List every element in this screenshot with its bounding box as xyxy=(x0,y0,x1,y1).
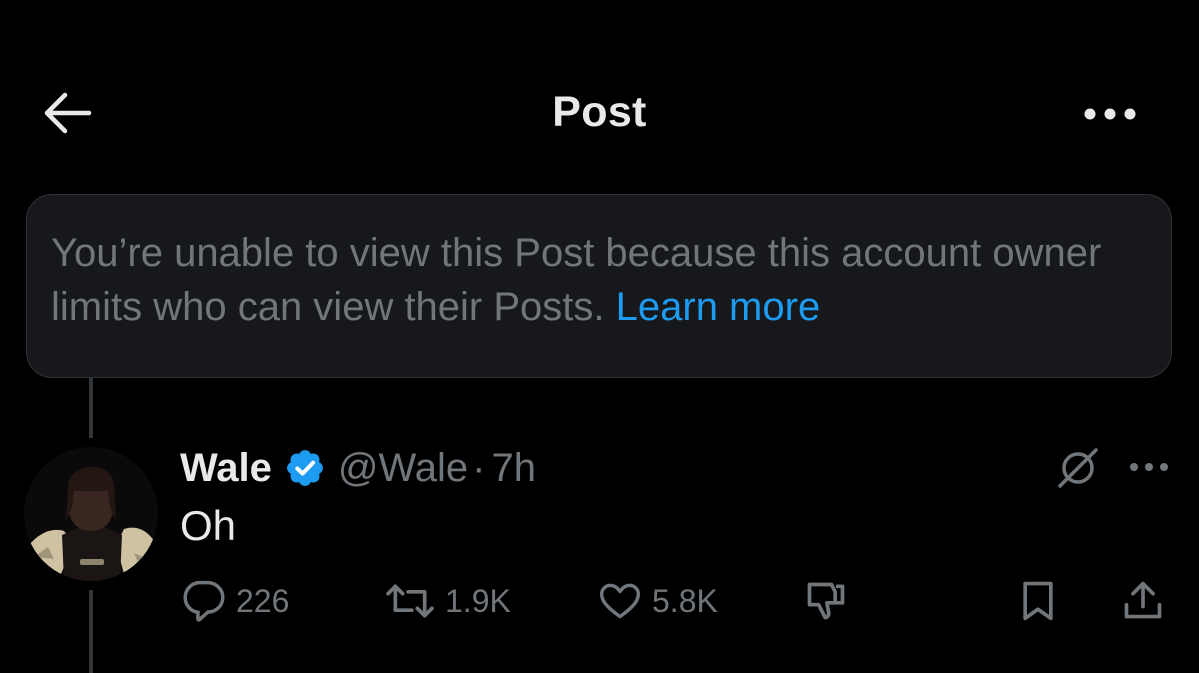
repost-icon xyxy=(386,584,434,618)
grok-icon xyxy=(1058,448,1098,488)
page-title: Post xyxy=(552,88,647,136)
top-bar: Post xyxy=(0,0,1199,200)
thread-line-top xyxy=(89,378,93,438)
grok-button[interactable] xyxy=(1053,443,1103,493)
learn-more-link[interactable]: Learn more xyxy=(616,285,821,329)
more-horizontal-icon xyxy=(1130,463,1168,471)
thread-line-bottom xyxy=(89,590,93,673)
reply-icon xyxy=(183,580,225,622)
heart-icon xyxy=(599,583,641,619)
notice-text: You’re unable to view this Post because … xyxy=(51,231,1102,329)
post-text: Oh xyxy=(180,502,237,549)
post-time[interactable]: 7h xyxy=(491,446,536,491)
like-count: 5.8K xyxy=(652,582,718,619)
avatar[interactable] xyxy=(24,447,158,581)
more-options-button[interactable] xyxy=(1078,92,1142,136)
repost-count: 1.9K xyxy=(445,582,511,619)
unavailable-post-notice: You’re unable to view this Post because … xyxy=(26,194,1172,378)
bookmark-button[interactable] xyxy=(1016,578,1060,624)
share-button[interactable] xyxy=(1121,578,1165,624)
reply-count: 226 xyxy=(236,582,290,619)
bookmark-icon xyxy=(1023,581,1053,621)
post-header: Wale @Wale · 7h xyxy=(180,440,536,496)
avatar-image xyxy=(24,447,158,581)
post-more-button[interactable] xyxy=(1125,452,1173,482)
verified-badge-icon xyxy=(284,447,326,489)
separator-dot: · xyxy=(472,445,486,490)
author-handle[interactable]: @Wale xyxy=(338,446,468,491)
repost-button[interactable]: 1.9K xyxy=(385,578,511,624)
share-icon xyxy=(1124,581,1162,619)
like-button[interactable]: 5.8K xyxy=(598,578,718,624)
author-name[interactable]: Wale xyxy=(180,446,272,491)
downvote-button[interactable] xyxy=(804,578,848,624)
reply-button[interactable]: 226 xyxy=(182,578,289,624)
more-horizontal-icon xyxy=(1084,108,1136,120)
thumbs-down-icon xyxy=(807,582,845,620)
